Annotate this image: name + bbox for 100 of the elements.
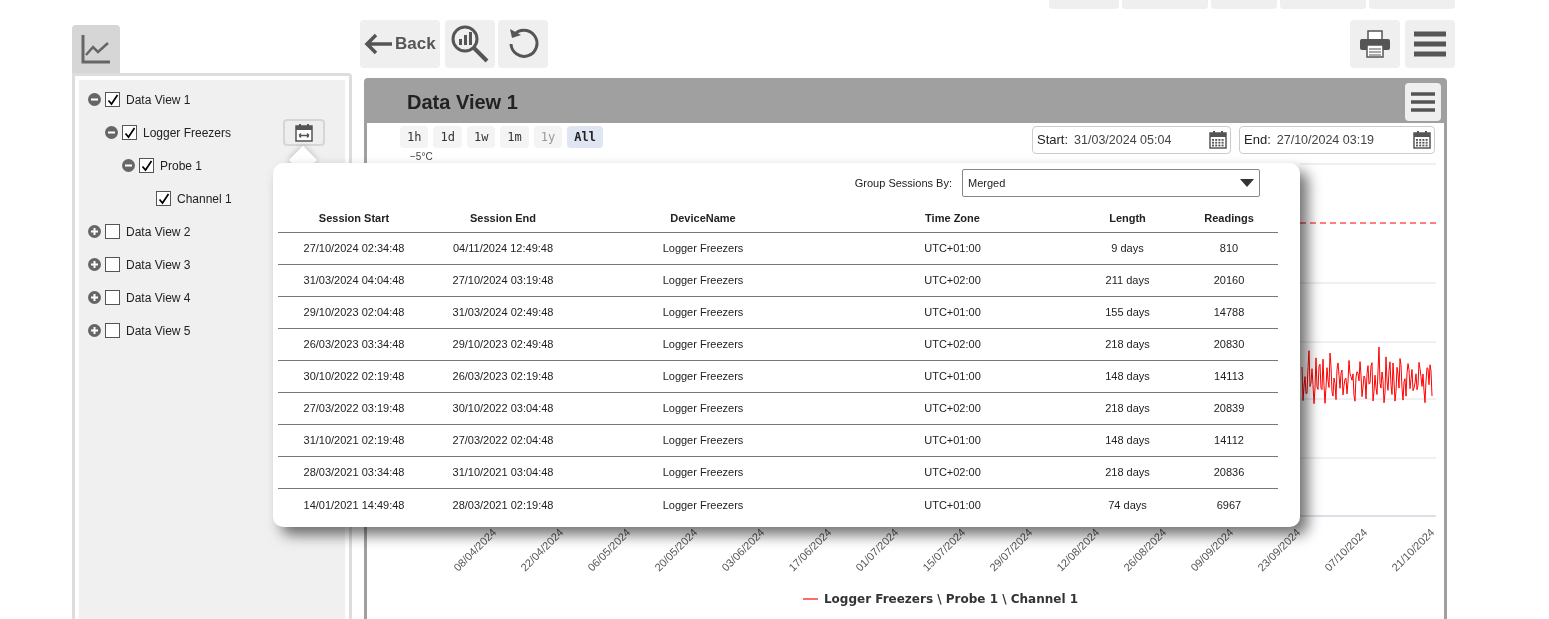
- group-select[interactable]: Merged: [962, 169, 1260, 197]
- table-cell-text: UTC+02:00: [923, 273, 982, 289]
- table-cell-text: Logger Freezers: [661, 369, 745, 385]
- table-cell-text: 27/10/2024 02:34:48: [302, 241, 406, 257]
- range-button[interactable]: 1h: [400, 126, 429, 148]
- table-cell-text: 26/03/2023 03:34:48: [302, 337, 406, 353]
- legend-label[interactable]: Logger Freezers \ Probe 1 \ Channel 1: [823, 590, 1079, 608]
- tree-item-label[interactable]: Data View 2: [126, 222, 191, 241]
- menu-icon: [1411, 92, 1435, 112]
- column-header: Session Start: [317, 211, 391, 227]
- tree-item-label[interactable]: Data View 3: [126, 255, 191, 274]
- reset-button[interactable]: [498, 20, 548, 68]
- tree-item-label[interactable]: Data View 4: [126, 288, 191, 307]
- table-cell-text: 20839: [1212, 401, 1246, 417]
- expand-icon[interactable]: [88, 258, 101, 271]
- range-button[interactable]: All: [567, 126, 603, 148]
- checkbox[interactable]: [105, 323, 120, 338]
- table-cell-text: 20836: [1212, 465, 1246, 481]
- panel-menu-button[interactable]: [1405, 83, 1441, 121]
- date-value: 31/03/2024 05:04: [1074, 131, 1172, 149]
- table-cell-text: UTC+02:00: [923, 337, 982, 353]
- magnifier-chart-icon: [449, 23, 491, 65]
- column-header: Length: [1108, 211, 1147, 227]
- table-cell-text: 9 days: [1110, 241, 1145, 257]
- range-button[interactable]: 1d: [433, 126, 462, 148]
- table-cell-text: UTC+01:00: [923, 241, 982, 257]
- date-field-label: End:: [1244, 131, 1271, 150]
- table-cell-text: 30/10/2022 03:04:48: [451, 401, 555, 417]
- table-cell-text: UTC+01:00: [923, 497, 982, 513]
- table-cell-text: Logger Freezers: [661, 337, 745, 353]
- menu-button[interactable]: [1405, 20, 1455, 68]
- calendar-icon: [1208, 130, 1228, 150]
- tree-item-label[interactable]: Data View 1: [126, 90, 191, 109]
- date-field[interactable]: End: 27/10/2024 03:19: [1239, 126, 1435, 154]
- expand-icon[interactable]: [88, 225, 101, 238]
- sessions-button[interactable]: [283, 119, 325, 146]
- chart-tab[interactable]: [72, 25, 120, 73]
- table-cell-text: 31/03/2024 02:49:48: [451, 305, 555, 321]
- checkbox[interactable]: [105, 224, 120, 239]
- date-value: 27/10/2024 03:19: [1276, 131, 1375, 149]
- dropdown-caret-icon: [1240, 179, 1254, 187]
- checkbox[interactable]: [156, 191, 171, 206]
- table-cell-text: 155 days: [1104, 305, 1151, 321]
- collapse-icon[interactable]: [105, 126, 118, 139]
- range-button[interactable]: 1w: [466, 126, 496, 148]
- checkbox[interactable]: [122, 125, 137, 140]
- table-cell-text: 26/03/2023 02:19:48: [451, 369, 555, 385]
- tree-item-label[interactable]: Probe 1: [160, 156, 203, 175]
- print-button[interactable]: [1350, 20, 1400, 68]
- table-cell-text: 04/11/2024 12:49:48: [451, 241, 555, 257]
- table-cell-text: UTC+02:00: [923, 401, 982, 417]
- table-cell-text: 218 days: [1104, 465, 1151, 481]
- table-cell-text: 74 days: [1107, 497, 1148, 513]
- range-button[interactable]: 1m: [500, 126, 529, 148]
- collapse-icon[interactable]: [122, 159, 135, 172]
- table-cell-text: 30/10/2022 02:19:48: [302, 369, 406, 385]
- table-cell-text: 27/03/2022 03:19:48: [302, 401, 406, 417]
- table-cell-text: 27/10/2024 03:19:48: [451, 273, 555, 289]
- table-cell-text: 31/10/2021 02:19:48: [302, 433, 406, 449]
- table-cell-text: 148 days: [1104, 369, 1151, 385]
- table-cell-text: 29/10/2023 02:04:48: [302, 305, 406, 321]
- collapse-icon[interactable]: [88, 93, 101, 106]
- table-cell-text: 28/03/2021 02:19:48: [451, 497, 555, 513]
- tree-item-label[interactable]: Data View 5: [126, 321, 191, 340]
- panel-title: Data View 1: [407, 90, 518, 115]
- table-cell-text: Logger Freezers: [661, 465, 745, 481]
- printer-icon: [1359, 30, 1391, 58]
- back-button[interactable]: Back: [360, 20, 440, 68]
- table-cell-text: 148 days: [1104, 433, 1151, 449]
- arrow-left-icon: [364, 33, 394, 55]
- checkbox[interactable]: [105, 257, 120, 272]
- expand-icon[interactable]: [88, 291, 101, 304]
- column-header: DeviceName: [669, 211, 737, 227]
- tree-item-label[interactable]: Channel 1: [177, 189, 232, 208]
- check-icon: [157, 192, 170, 205]
- line-chart-icon: [80, 33, 112, 65]
- table-cell-text: 6967: [1215, 497, 1243, 513]
- zoom-chart-button[interactable]: [445, 20, 495, 68]
- table-cell-text: 14112: [1213, 433, 1245, 449]
- date-field-label: Start:: [1037, 131, 1069, 150]
- table-cell-text: UTC+01:00: [923, 305, 982, 321]
- table-cell-text: 218 days: [1104, 401, 1151, 417]
- menu-icon: [1414, 31, 1446, 57]
- column-header: Session End: [469, 211, 537, 227]
- checkbox[interactable]: [139, 158, 154, 173]
- table-cell-text: 27/03/2022 02:04:48: [451, 433, 555, 449]
- table-cell-text: UTC+01:00: [923, 433, 982, 449]
- table-cell-text: Logger Freezers: [661, 305, 745, 321]
- expand-icon[interactable]: [88, 324, 101, 337]
- table-cell-text: UTC+01:00: [923, 369, 982, 385]
- checkbox[interactable]: [105, 92, 120, 107]
- axis-label: −5°C: [410, 152, 433, 162]
- check-icon: [123, 126, 136, 139]
- tree-item-label[interactable]: Logger Freezers: [143, 123, 232, 142]
- check-icon: [106, 93, 119, 106]
- column-header: Time Zone: [924, 211, 981, 227]
- checkbox[interactable]: [105, 290, 120, 305]
- date-field[interactable]: Start: 31/03/2024 05:04: [1032, 126, 1231, 154]
- table-cell-text: 810: [1218, 241, 1240, 257]
- table-cell-text: 28/03/2021 03:34:48: [302, 465, 406, 481]
